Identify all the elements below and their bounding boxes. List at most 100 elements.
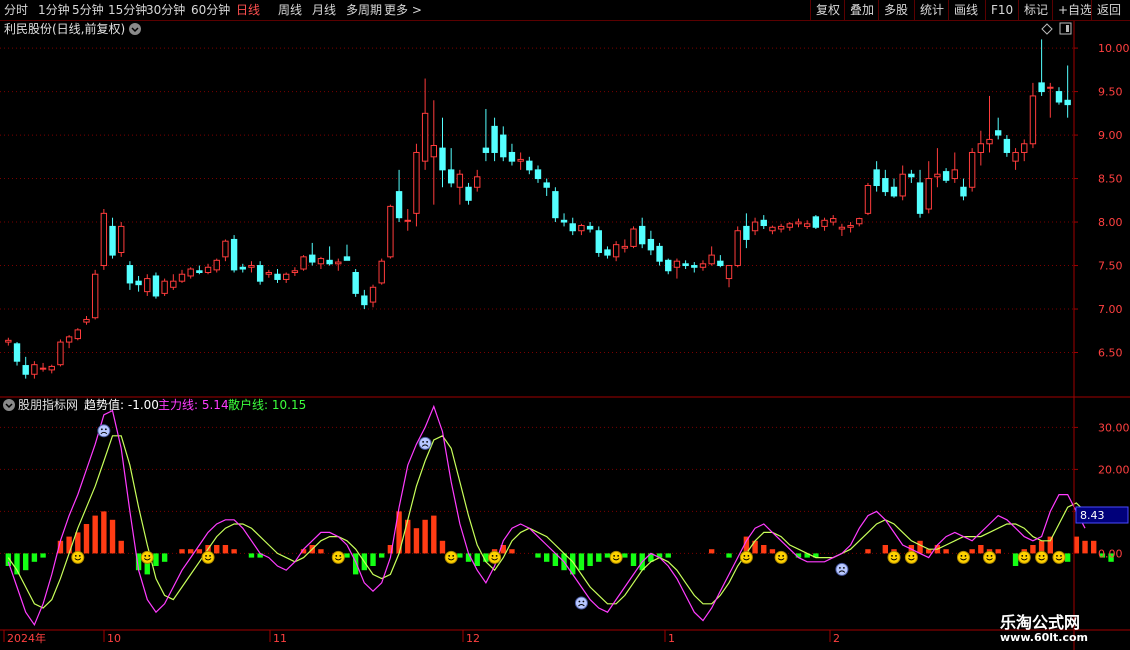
retail-line [7,435,1095,609]
candle-body [682,263,689,267]
candle-body [569,223,576,232]
trend-bar [1082,540,1088,554]
candle-body [248,265,255,268]
candle-body [222,240,229,258]
candle-body [595,230,602,253]
indicator-tick-label: 30.00 [1098,421,1130,434]
candle-body [1021,143,1028,153]
candle-body [995,130,1002,136]
candle-body [821,219,828,227]
candle-body [1012,151,1019,162]
smiley-face [1017,550,1031,564]
trend-bar [665,553,671,558]
smiley-happy-icon [774,550,788,564]
candle-body [960,186,967,197]
candle-body [1064,99,1071,106]
indicator-tick-label: 20.00 [1098,463,1130,476]
trend-bar [344,553,350,558]
trend-bar [943,549,949,554]
candle-body [656,245,663,262]
trend-bar [587,553,593,566]
smiley-face [609,550,623,564]
candle-body [639,225,646,245]
candle-body [769,226,776,232]
candle-body [395,191,403,219]
smiley-face [488,550,502,564]
candle-body [673,260,681,268]
sad-face [97,424,111,438]
diamond-icon[interactable] [1041,23,1053,35]
sad-eye [843,567,845,569]
trend-bar [92,515,98,554]
candle-body [838,226,846,230]
candle-body [951,169,958,180]
candle-body [517,158,524,162]
candle-body [100,212,108,267]
candle-body [118,225,125,253]
trend-bar [457,553,463,558]
candle-body [91,273,99,319]
grid-layer [0,47,1074,554]
smiley-eye [613,555,616,557]
smiley-happy-icon [71,550,85,564]
trend-bar [101,511,107,554]
sad-eye [578,600,581,603]
smiley-happy-icon [956,550,970,564]
price-tick-label: 6.50 [1098,347,1123,360]
trend-bar [917,540,923,554]
smiley-sad-icon [418,436,432,450]
smiley-face [956,550,970,564]
candle-body [578,225,585,232]
trend-bar [214,545,220,554]
trend-bar [1012,553,1019,566]
candle-body [239,266,246,270]
price-tick-label: 7.50 [1098,260,1123,273]
candle-body [882,178,889,193]
main-line-label: 主力线: 5.14 [158,398,229,412]
candle-body [126,265,134,284]
trend-bar [161,553,168,562]
candle-body [526,160,533,171]
candle-body [968,151,976,188]
trend-bar [370,553,376,566]
candle-body [413,151,420,214]
smiley-eye [448,555,451,557]
chevron-down-icon[interactable] [3,399,15,411]
candle-body [908,173,915,178]
candle-body [925,178,932,210]
candle-body [864,185,872,214]
candle-body [152,275,160,297]
trend-bar [196,549,203,554]
trend-bar [708,549,715,554]
candle-body [830,218,837,223]
candle-body [421,112,429,162]
candle-body [691,265,698,268]
sad-eye [582,600,585,603]
price-tick-label: 8.50 [1098,173,1123,186]
trend-bar [153,553,159,566]
smiley-face [1035,550,1049,564]
sad-eye [100,428,103,431]
smiley-happy-icon [1035,550,1049,564]
smiley-happy-icon [904,550,918,564]
trend-bar [578,553,585,571]
candle-body [404,219,411,222]
candlestick-series [5,39,1071,379]
smiley-happy-icon [488,550,502,564]
smiley-eye [452,555,455,557]
candle-body [170,280,177,288]
smiley-face [1052,550,1066,564]
trend-bar [596,553,602,562]
smiley-happy-icon [887,550,901,564]
panel-toggle-icon[interactable] [1059,22,1072,35]
candle-body [916,182,924,214]
candle-body [213,259,220,271]
trend-bar [769,549,776,554]
smiley-face [444,550,458,564]
trend-bar [379,553,385,558]
trend-bar [509,549,515,554]
chevron-down-icon[interactable] [129,23,141,35]
candle-body [439,147,446,171]
smiley-eye [1025,555,1028,557]
candle-body [934,173,941,178]
